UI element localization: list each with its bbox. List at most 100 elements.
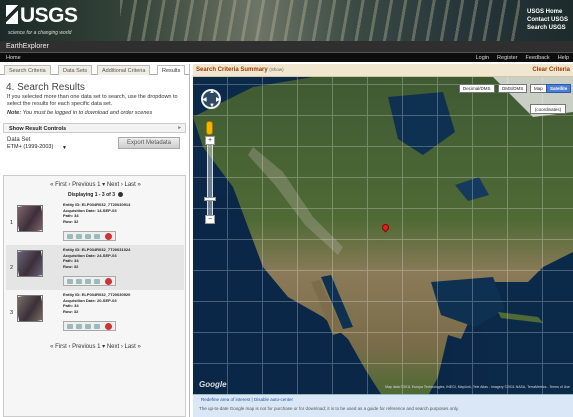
pager-bottom[interactable]: « First ‹ Previous 1 ▾ Next › Last » — [4, 343, 187, 350]
feedback-link[interactable]: Feedback — [526, 55, 550, 61]
clear-criteria-link[interactable]: Clear Criteria — [532, 67, 570, 73]
row: Row: 32 — [63, 218, 79, 224]
logo-text: USGS — [20, 4, 78, 27]
help-link[interactable]: Help — [558, 55, 569, 61]
download-icon[interactable] — [94, 279, 100, 284]
exclude-icon[interactable] — [105, 278, 112, 285]
footprint-icon[interactable] — [67, 234, 73, 239]
result-item: 1 Entity ID: ELP034R032_7T20030914 Acqui… — [6, 200, 184, 245]
metadata-icon[interactable] — [85, 234, 91, 239]
dataset-select[interactable]: ETM+ (1999-2003) — [7, 144, 53, 150]
map-footer: Redefine area of interest | Disable auto… — [193, 394, 573, 417]
metadata-icon[interactable] — [85, 324, 91, 329]
exclude-icon[interactable] — [105, 323, 112, 330]
map-type-satellite-button[interactable]: Satellite — [546, 84, 572, 93]
nav-bar: Home Login Register Feedback Help — [0, 52, 573, 62]
dms-dms-button[interactable]: DMS/DMS — [498, 84, 528, 93]
usgs-banner: USGS science for a changing world USGS H… — [0, 0, 573, 41]
map-footer-links[interactable]: Redefine area of interest | Disable auto… — [201, 397, 293, 402]
login-note: Note: You must be logged in to download … — [0, 108, 189, 119]
note-label: Note: — [7, 110, 22, 116]
login-link[interactable]: Login — [476, 55, 489, 61]
contact-usgs-link[interactable]: Contact USGS — [527, 16, 568, 24]
result-metadata: Entity ID: ELP034R032_7T20031024 Acquisi… — [63, 247, 130, 269]
browse-overlay-icon[interactable] — [76, 234, 82, 239]
result-tools — [63, 231, 116, 241]
entity-id: Entity ID: ELP034R032_7T20031024 — [63, 247, 131, 252]
zoom-slider-thumb[interactable] — [204, 197, 216, 201]
tab-data-sets[interactable]: Data Sets — [58, 65, 93, 75]
result-thumbnail[interactable] — [17, 205, 43, 232]
result-tools — [63, 276, 116, 286]
row: Row: 32 — [63, 263, 79, 269]
zoom-slider[interactable] — [207, 140, 213, 218]
download-icon[interactable] — [94, 234, 100, 239]
map-disclaimer: The up-to-date Google map is not for pur… — [199, 406, 459, 411]
displaying-count: Displaying 1 - 3 of 3 — [4, 192, 187, 198]
entity-id: Entity ID: ELP034R032_7T20030920 — [63, 292, 131, 297]
browse-overlay-icon[interactable] — [76, 324, 82, 329]
tab-additional-criteria[interactable]: Additional Criteria — [97, 65, 151, 75]
pan-control-icon[interactable]: ▲ ▼ ◀ ▶ — [201, 89, 221, 109]
expand-icon[interactable]: ▸ — [178, 125, 181, 131]
usgs-logo-icon — [6, 5, 18, 24]
tab-results[interactable]: Results — [157, 65, 186, 75]
thumbnail-image — [18, 251, 42, 276]
nav-right-links: Login Register Feedback Help — [468, 55, 569, 61]
google-logo[interactable]: Google — [199, 380, 227, 389]
export-metadata-button[interactable]: Export Metadata — [118, 137, 180, 149]
results-help-text: If you selected more than one data set t… — [7, 94, 178, 107]
dataset-dropdown-icon[interactable]: ▼ — [62, 145, 67, 151]
metadata-icon[interactable] — [85, 279, 91, 284]
tab-search-criteria[interactable]: Search Criteria — [4, 65, 51, 75]
summary-title-text: Search Criteria Summary — [196, 67, 268, 73]
map-panel: Search Criteria Summary (Show) Clear Cri… — [193, 64, 573, 417]
usgs-logo[interactable]: USGS — [6, 4, 78, 28]
result-number: 3 — [10, 310, 14, 316]
satellite-map[interactable]: ▲ ▼ ◀ ▶ + − Decimal/DMS DMS/DMS Map Sate… — [193, 77, 573, 394]
thumbnail-image — [18, 206, 42, 231]
search-usgs-link[interactable]: Search USGS — [527, 24, 568, 32]
summary-title[interactable]: Search Criteria Summary (Show) — [196, 67, 284, 73]
result-item: 3 Entity ID: ELP034R032_7T20030920 Acqui… — [6, 290, 184, 335]
map-copyright: Map data ©2011 Europa Technologies, INEG… — [385, 385, 570, 389]
browse-overlay-icon[interactable] — [76, 279, 82, 284]
results-list: « First ‹ Previous 1 ▾ Next › Last » Dis… — [3, 175, 186, 417]
banner-satellite-image — [120, 0, 520, 41]
zoom-in-button[interactable]: + — [205, 136, 215, 145]
map-type-map-button[interactable]: Map — [530, 84, 547, 93]
show-result-controls[interactable]: Show Result Controls ▸ — [3, 123, 186, 133]
dataset-row: ETM+ (1999-2003) ▼ Export Metadata — [0, 137, 189, 155]
result-thumbnail[interactable] — [17, 295, 43, 322]
entity-id: Entity ID: ELP034R032_7T20030914 — [63, 202, 131, 207]
usgs-tagline: science for a changing world — [8, 30, 72, 36]
note-text: You must be logged in to download and or… — [22, 110, 153, 116]
street-view-pegman-icon[interactable] — [206, 121, 213, 135]
result-tools — [63, 321, 116, 331]
pager-top[interactable]: « First ‹ Previous 1 ▾ Next › Last » — [4, 181, 187, 188]
zoom-out-button[interactable]: − — [205, 215, 215, 224]
info-icon[interactable] — [117, 192, 123, 198]
show-result-controls-label: Show Result Controls — [9, 126, 67, 132]
summary-show-link[interactable]: (Show) — [269, 67, 283, 72]
footprint-icon[interactable] — [67, 279, 73, 284]
left-panel: Search Criteria Data Sets Additional Cri… — [0, 64, 190, 417]
result-metadata: Entity ID: ELP034R032_7T20030920 Acquisi… — [63, 292, 130, 314]
result-number: 2 — [10, 265, 14, 271]
row: Row: 32 — [63, 308, 79, 314]
register-link[interactable]: Register — [497, 55, 517, 61]
result-item: 2 Entity ID: ELP034R032_7T20031024 Acqui… — [6, 245, 184, 290]
displaying-text: Displaying 1 - 3 of 3 — [68, 192, 115, 198]
results-heading: 4. Search Results — [6, 82, 85, 93]
download-icon[interactable] — [94, 324, 100, 329]
result-number: 1 — [10, 220, 14, 226]
footprint-icon[interactable] — [67, 324, 73, 329]
result-thumbnail[interactable] — [17, 250, 43, 277]
nav-home-link[interactable]: Home — [6, 55, 21, 61]
result-metadata: Entity ID: ELP034R032_7T20030914 Acquisi… — [63, 202, 130, 224]
exclude-icon[interactable] — [105, 233, 112, 240]
header-links: USGS Home Contact USGS Search USGS — [527, 8, 568, 32]
usgs-home-link[interactable]: USGS Home — [527, 8, 568, 16]
app-title: EarthExplorer — [0, 41, 573, 52]
decimal-dms-button[interactable]: Decimal/DMS — [459, 84, 495, 93]
